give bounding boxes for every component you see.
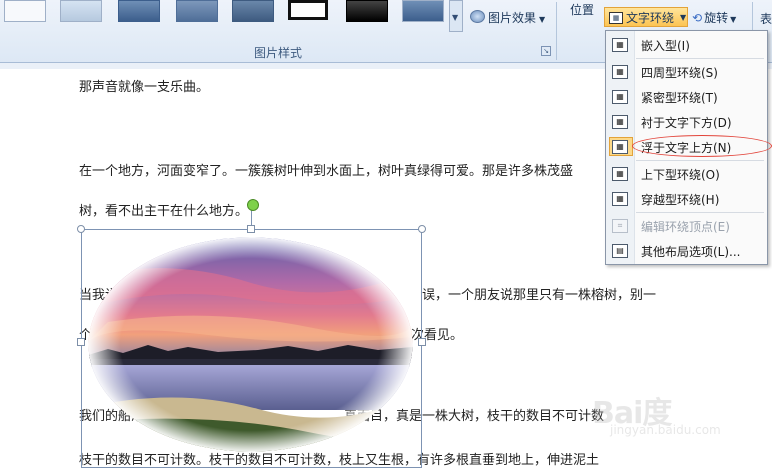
picture-style-thumb[interactable] [232, 0, 274, 22]
edit-points-icon: ⌗ [612, 219, 628, 233]
picture-effects-label: 图片效果 [488, 11, 537, 25]
rotate-handle[interactable] [247, 199, 259, 211]
truncated-ribbon-label: 表 [760, 12, 772, 26]
document-line: 那声音就像一支乐曲。 [79, 80, 210, 95]
rotate-button[interactable]: ⟲ 旋转 ▼ [692, 9, 736, 26]
group-divider [556, 2, 557, 60]
chevron-down-icon: ▼ [680, 13, 687, 22]
annotation-circle [632, 135, 772, 157]
menu-divider [636, 58, 764, 59]
through-wrap-icon: ▦ [612, 192, 628, 206]
position-button[interactable]: 位置 [570, 1, 594, 18]
tight-wrap-icon: ▦ [612, 90, 628, 104]
menu-item-label: 上下型环绕(O) [641, 168, 720, 182]
menu-item-inline[interactable]: ▦ 嵌入型(I) [606, 34, 767, 56]
document-line: 树，看不出主干在什么地方。 [79, 204, 249, 219]
picture-style-thumb[interactable] [288, 0, 328, 20]
resize-handle[interactable] [77, 338, 85, 346]
resize-handle[interactable] [77, 225, 85, 233]
menu-item-more-layout-options[interactable]: ▤ 其他布局选项(L)... [606, 240, 767, 262]
menu-item-label: 其他布局选项(L)... [641, 245, 741, 259]
menu-item-label: 穿越型环绕(H) [641, 193, 720, 207]
rotate-icon: ⟲ [692, 11, 703, 25]
in-front-of-text-icon: ▦ [612, 140, 628, 154]
menu-item-square[interactable]: ▦ 四周型环绕(S) [606, 61, 767, 83]
menu-divider [636, 160, 764, 161]
group-label: 图片样式 [253, 46, 302, 60]
behind-text-icon: ▦ [612, 115, 628, 129]
chevron-down-icon: ▼ [539, 15, 546, 24]
rotate-label: 旋转 [704, 11, 729, 25]
picture-style-thumb[interactable] [346, 0, 388, 22]
menu-item-label: 衬于文字下方(D) [641, 116, 732, 130]
dialog-launcher-icon[interactable]: ↘ [541, 46, 551, 56]
resize-handle[interactable] [247, 225, 255, 233]
menu-item-edit-wrap-points: ⌗ 编辑环绕顶点(E) [606, 215, 767, 237]
picture-effects-icon [470, 10, 485, 23]
menu-item-label: 编辑环绕顶点(E) [641, 220, 730, 234]
document-line: 误，一个朋友说那里只有一株榕树，别一 [422, 288, 657, 303]
text-wrapping-button[interactable]: ▦ 文字环绕 ▼ [604, 7, 688, 27]
text-wrap-icon: ▦ [609, 12, 623, 24]
layout-options-icon: ▤ [612, 244, 628, 258]
picture-style-thumb[interactable] [402, 0, 444, 22]
square-wrap-icon: ▦ [612, 65, 628, 79]
picture-style-thumb[interactable] [118, 0, 160, 22]
picture-style-thumb[interactable] [176, 0, 218, 22]
menu-item-label: 嵌入型(I) [641, 39, 690, 53]
picture-style-thumb[interactable] [60, 0, 102, 22]
inline-wrap-icon: ▦ [612, 38, 628, 52]
menu-item-through[interactable]: ▦ 穿越型环绕(H) [606, 188, 767, 210]
chevron-down-icon: ▼ [452, 13, 459, 22]
top-bottom-wrap-icon: ▦ [612, 167, 628, 181]
menu-item-label: 四周型环绕(S) [641, 66, 718, 80]
picture-style-thumb[interactable] [4, 0, 46, 22]
watermark-url: jingyan.baidu.com [610, 423, 721, 437]
menu-item-behind-text[interactable]: ▦ 衬于文字下方(D) [606, 111, 767, 133]
document-line: 在一个地方，河面变窄了。一簇簇树叶伸到水面上，树叶真绿得可爱。那是许多株茂盛 [79, 164, 574, 179]
menu-item-tight[interactable]: ▦ 紧密型环绕(T) [606, 86, 767, 108]
menu-item-label: 紧密型环绕(T) [641, 91, 718, 105]
resize-handle[interactable] [418, 225, 426, 233]
menu-item-top-bottom[interactable]: ▦ 上下型环绕(O) [606, 163, 767, 185]
resize-handle[interactable] [418, 338, 426, 346]
chevron-down-icon: ▼ [730, 15, 737, 24]
picture-effects-button[interactable]: 图片效果 ▼ [470, 9, 545, 25]
picture-selection-frame [81, 229, 422, 468]
watermark: Bai度 jingyan.baidu.com [560, 388, 772, 458]
menu-divider [636, 212, 764, 213]
text-wrapping-label: 文字环绕 [626, 11, 675, 25]
gallery-more-button[interactable]: ▼ [449, 0, 463, 32]
picture-styles-gallery[interactable] [0, 0, 448, 34]
